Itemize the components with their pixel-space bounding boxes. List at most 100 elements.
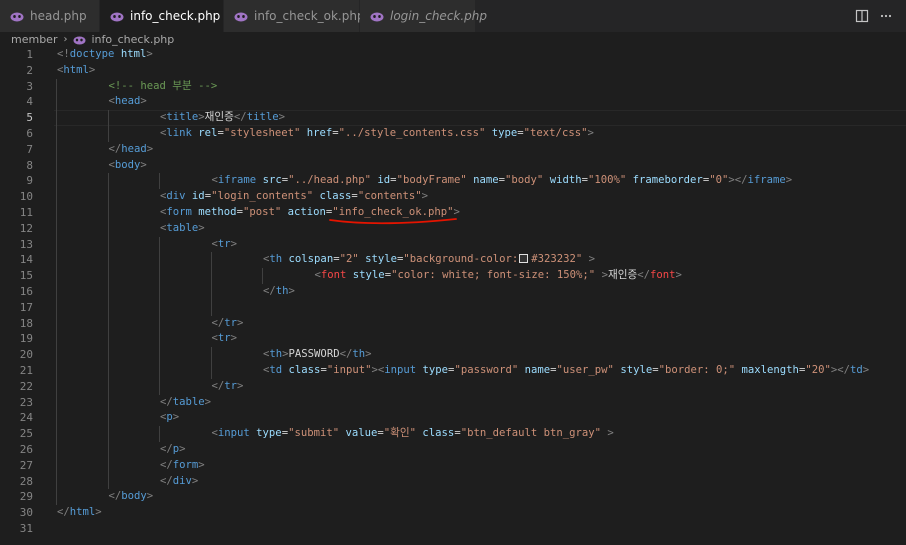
code-token: td: [269, 363, 283, 376]
color-swatch-icon[interactable]: [519, 254, 529, 264]
code-token: >: [191, 474, 199, 487]
code-token: th: [269, 348, 283, 361]
code-token: maxlength: [741, 363, 799, 376]
code-line[interactable]: 2 <html>: [0, 63, 906, 79]
code-text: </div>: [160, 474, 198, 490]
code-line[interactable]: 26 </p>: [0, 441, 906, 458]
breadcrumb-folder[interactable]: member: [11, 33, 57, 46]
line-number: 31: [19, 521, 33, 535]
indent-guide: [56, 236, 57, 253]
code-line[interactable]: 10 <div id="login_contents" class="conten…: [0, 189, 906, 205]
code-line[interactable]: 19 <tr>: [0, 331, 906, 348]
code-token: action: [287, 205, 326, 218]
code-line[interactable]: 14 <th colspan="2" style="background-colo…: [0, 252, 906, 269]
indent-guide: [107, 189, 109, 205]
indent-guide: [56, 426, 57, 442]
code-line[interactable]: 16 </th>: [0, 283, 906, 300]
code-token: >: [288, 284, 295, 297]
code-line[interactable]: 27 </form>: [0, 457, 906, 474]
code-line[interactable]: 4 <head>: [0, 94, 906, 111]
code-text: </head>: [109, 142, 154, 158]
code-line[interactable]: 25 <input type="submit" value="확인" class=…: [0, 426, 906, 442]
tab-2[interactable]: info_check_ok.php: [224, 0, 365, 32]
indent-guide: [107, 236, 109, 253]
code-editor[interactable]: 1 <!doctype html> 2 <html> 3 <!-- head 부분 -->…: [0, 47, 906, 545]
indent-guide: [159, 331, 160, 348]
indent-guide: [56, 347, 57, 363]
code-line[interactable]: 23 </table>: [0, 394, 906, 411]
code-line[interactable]: 21 <td class="input"><input type="passwor…: [0, 362, 906, 379]
code-line[interactable]: 29 </body>: [0, 489, 906, 506]
code-line[interactable]: 22 </tr>: [0, 378, 906, 395]
code-token: PASSWORD: [288, 348, 340, 361]
code-token: >: [88, 63, 96, 76]
code-line[interactable]: 9 <iframe src="../head.php" id="bodyFrame…: [0, 173, 906, 190]
code-line[interactable]: 3 <!-- head 부분 -->: [0, 78, 906, 95]
code-token: >: [230, 332, 238, 345]
code-line[interactable]: 6 <link rel="stylesheet" href="../style_c…: [0, 125, 906, 142]
code-line[interactable]: 8 <body>: [0, 157, 906, 174]
code-token: >: [146, 490, 154, 503]
code-token: "btn_default btn_gray": [460, 427, 602, 440]
php-file-icon: [110, 11, 124, 22]
code-line[interactable]: 31: [0, 521, 906, 537]
code-text: <title>재인증</title>: [160, 110, 285, 126]
code-token: >: [204, 395, 212, 408]
code-token: "../style_contents.css": [338, 126, 486, 139]
editor-actions: [850, 0, 906, 32]
code-line[interactable]: 13 <tr>: [0, 236, 906, 253]
code-line[interactable]: 30 </html>: [0, 505, 906, 521]
tab-label: head.php: [30, 9, 87, 23]
indent-guide: [107, 347, 109, 363]
code-token: form: [166, 205, 192, 218]
code-token: >: [785, 174, 793, 187]
code-token: head: [114, 95, 141, 108]
line-number: 23: [19, 395, 33, 409]
indent-guide: [107, 299, 109, 316]
code-text: <table>: [160, 221, 205, 237]
code-line[interactable]: 28 </div>: [0, 473, 906, 490]
code-line[interactable]: 7 </head>: [0, 141, 906, 158]
code-token: html: [63, 63, 89, 76]
code-line[interactable]: 5 <title>재인증</title>: [0, 110, 906, 126]
indent-guide: [107, 457, 109, 474]
code-token: html: [69, 506, 96, 519]
code-text: <font style="color: white; font-size: 15…: [315, 268, 682, 284]
indent-guide: [107, 110, 109, 126]
code-token: "0": [709, 174, 729, 187]
code-line[interactable]: 18 </tr>: [0, 315, 906, 332]
code-token: >: [146, 48, 153, 60]
tab-3[interactable]: login_check.php: [360, 0, 487, 32]
indent-guide: [107, 426, 109, 442]
code-token: "color: white; font-size: 150%;": [391, 269, 596, 282]
line-number: 7: [26, 142, 33, 156]
code-token: method: [198, 205, 237, 218]
code-token: >: [146, 142, 154, 155]
tab-label: login_check.php: [390, 9, 488, 23]
tab-1[interactable]: info_check.php✕: [100, 0, 239, 32]
indent-guide: [56, 110, 57, 126]
indent-guide: [107, 173, 109, 190]
breadcrumb-file[interactable]: info_check.php: [91, 33, 174, 46]
code-token: title: [246, 111, 279, 124]
tab-0[interactable]: head.php: [0, 0, 100, 32]
line-number: 30: [19, 506, 33, 520]
indent-guide: [107, 220, 109, 237]
code-text: </tr>: [212, 316, 244, 332]
indent-guide: [56, 189, 57, 205]
code-line[interactable]: 15 <font style="color: white; font-size: …: [0, 268, 906, 284]
line-number: 19: [19, 332, 33, 346]
indent-guide: [210, 283, 212, 300]
more-actions-icon[interactable]: [874, 4, 898, 28]
tab-label: info_check.php: [130, 9, 221, 23]
split-editor-icon[interactable]: [850, 4, 874, 28]
code-token: </: [160, 442, 173, 455]
code-line[interactable]: 17: [0, 299, 906, 316]
code-line[interactable]: 20 <th>PASSWORD</th>: [0, 347, 906, 363]
code-line[interactable]: 24 <p>: [0, 410, 906, 427]
indent-guide: [159, 173, 160, 190]
code-token: div: [172, 474, 192, 487]
code-line[interactable]: 1 <!doctype html>: [0, 47, 906, 63]
code-token: style: [620, 363, 653, 376]
code-token: body: [114, 158, 141, 171]
